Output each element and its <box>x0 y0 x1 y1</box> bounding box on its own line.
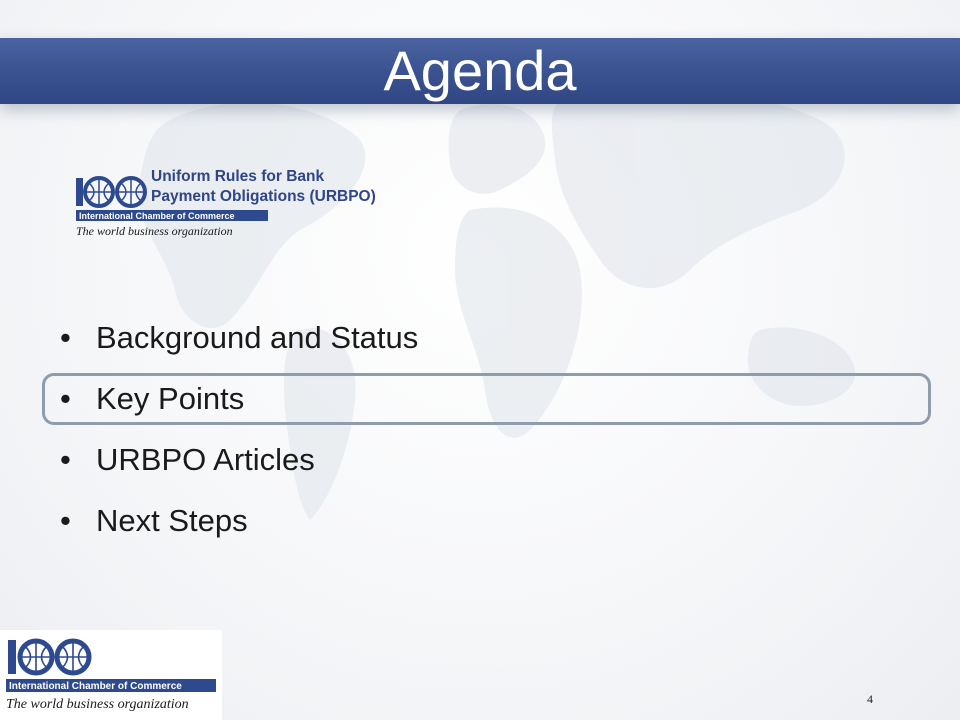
bullet-marker: • <box>60 381 71 416</box>
logo-tagline-text: The world business organization <box>76 224 233 238</box>
slide-title: Agenda <box>383 39 577 102</box>
bullet-marker: • <box>60 320 71 355</box>
icc-logo-bottom: International Chamber of Commerce The wo… <box>0 630 222 720</box>
agenda-item[interactable]: • URBPO Articles <box>60 440 315 480</box>
agenda-item-label: Next Steps <box>96 503 248 538</box>
agenda-item[interactable]: • Next Steps <box>60 501 248 541</box>
logo-bottom-name-text: International Chamber of Commerce <box>9 681 182 692</box>
logo-name-text: International Chamber of Commerce <box>79 211 235 221</box>
page-number: 4 <box>867 692 873 706</box>
agenda-item-label: Key Points <box>96 381 245 416</box>
agenda-item-label: URBPO Articles <box>96 442 315 477</box>
slide-subtitle: Uniform Rules for Bank Payment Obligatio… <box>151 167 451 207</box>
bullet-marker: • <box>60 503 71 538</box>
logo-bottom-tagline-text: The world business organization <box>6 697 189 712</box>
bullet-marker: • <box>60 442 71 477</box>
subtitle-line-1: Uniform Rules for Bank <box>151 168 325 185</box>
agenda-item-label: Background and Status <box>96 320 419 355</box>
slide: Agenda International Chamber of Commerce… <box>0 0 960 720</box>
world-map-background <box>138 89 856 520</box>
subtitle-line-2: Payment Obligations (URBPO) <box>151 188 376 205</box>
agenda-item-current[interactable]: • Key Points <box>60 379 244 419</box>
agenda-item[interactable]: • Background and Status <box>60 318 418 358</box>
